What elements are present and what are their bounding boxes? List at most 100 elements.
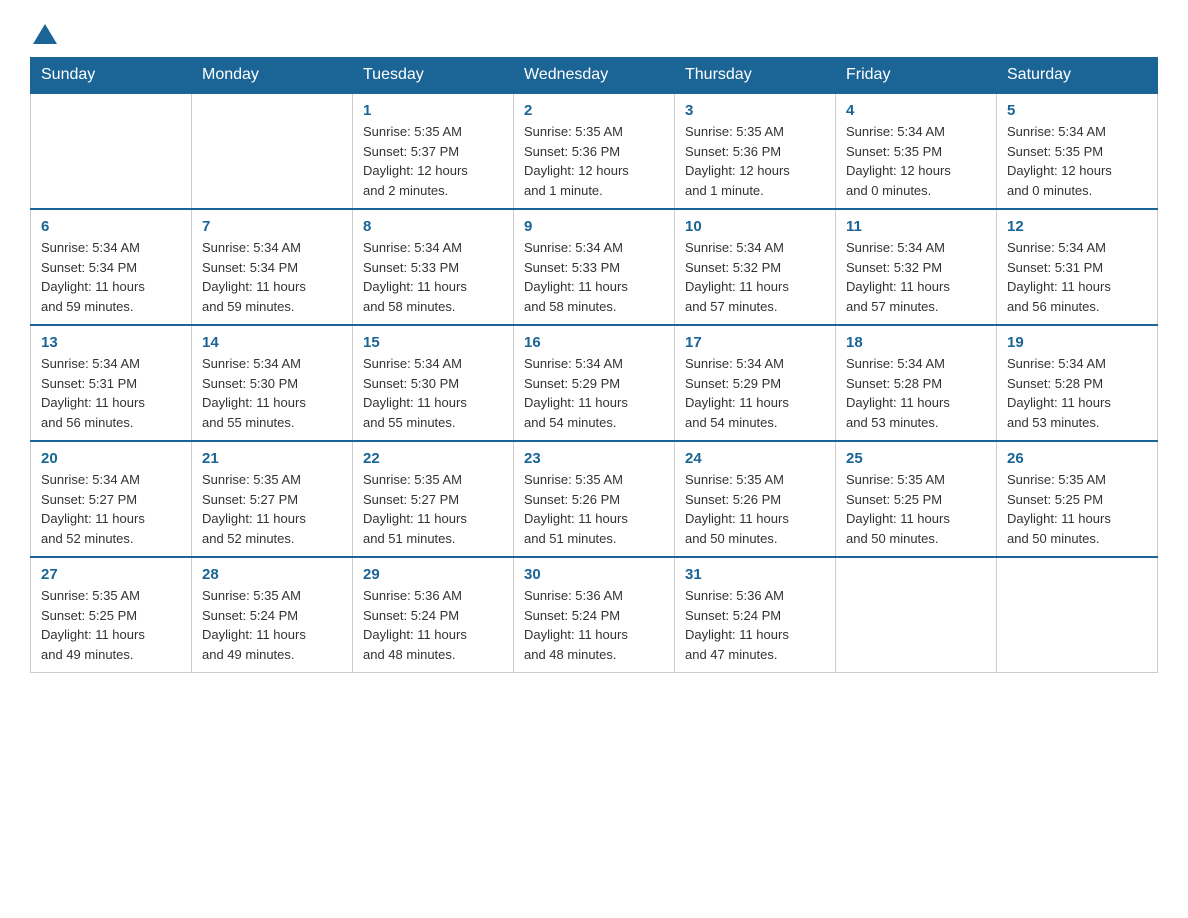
calendar-cell: 25Sunrise: 5:35 AM Sunset: 5:25 PM Dayli… xyxy=(836,441,997,557)
sun-info: Sunrise: 5:34 AM Sunset: 5:32 PM Dayligh… xyxy=(685,240,789,314)
day-of-week-header: Saturday xyxy=(997,58,1158,94)
day-of-week-header: Sunday xyxy=(31,58,192,94)
calendar-cell: 13 Sunrise: 5:34 AM Sunset: 5:31 PM Dayli… xyxy=(31,325,192,441)
calendar-cell: 4 Sunrise: 5:34 AM Sunset: 5:35 PM Daylig… xyxy=(836,93,997,209)
sun-info: Sunrise: 5:35 AM Sunset: 5:25 PM Dayligh… xyxy=(41,588,145,662)
day-number: 15 xyxy=(363,334,503,351)
sun-info: Sunrise: 5:35 AM Sunset: 5:27 PM Dayligh… xyxy=(363,472,467,546)
calendar-cell: 21 Sunrise: 5:35 AM Sunset: 5:27 PM Dayli… xyxy=(192,441,353,557)
day-number: 17 xyxy=(685,334,825,351)
sun-info: Sunrise: 5:35 AM Sunset: 5:25 PM Dayligh… xyxy=(846,472,950,546)
day-number: 3 xyxy=(685,102,825,119)
calendar-cell: 1 Sunrise: 5:35 AM Sunset: 5:37 PM Daylig… xyxy=(353,93,514,209)
page-header xyxy=(30,20,1158,42)
calendar-cell xyxy=(836,557,997,673)
day-number: 7 xyxy=(202,218,342,235)
sun-info: Sunrise: 5:35 AM Sunset: 5:36 PM Dayligh… xyxy=(524,124,629,198)
calendar-cell: 10 Sunrise: 5:34 AM Sunset: 5:32 PM Dayli… xyxy=(675,209,836,325)
sun-info: Sunrise: 5:34 AM Sunset: 5:35 PM Dayligh… xyxy=(1007,124,1112,198)
calendar-week-row: 1 Sunrise: 5:35 AM Sunset: 5:37 PM Daylig… xyxy=(31,93,1158,209)
calendar-cell: 6 Sunrise: 5:34 AM Sunset: 5:34 PM Daylig… xyxy=(31,209,192,325)
sun-info: Sunrise: 5:36 AM Sunset: 5:24 PM Dayligh… xyxy=(363,588,467,662)
day-number: 24 xyxy=(685,450,825,467)
calendar-cell: 16 Sunrise: 5:34 AM Sunset: 5:29 PM Dayli… xyxy=(514,325,675,441)
day-of-week-header: Monday xyxy=(192,58,353,94)
day-number: 5 xyxy=(1007,102,1147,119)
calendar-cell: 17 Sunrise: 5:34 AM Sunset: 5:29 PM Dayli… xyxy=(675,325,836,441)
calendar-cell: 26Sunrise: 5:35 AM Sunset: 5:25 PM Dayli… xyxy=(997,441,1158,557)
day-number: 28 xyxy=(202,566,342,583)
sun-info: Sunrise: 5:34 AM Sunset: 5:35 PM Dayligh… xyxy=(846,124,951,198)
calendar-cell: 5 Sunrise: 5:34 AM Sunset: 5:35 PM Daylig… xyxy=(997,93,1158,209)
sun-info: Sunrise: 5:34 AM Sunset: 5:34 PM Dayligh… xyxy=(41,240,145,314)
logo xyxy=(30,20,57,42)
day-number: 18 xyxy=(846,334,986,351)
day-number: 22 xyxy=(363,450,503,467)
sun-info: Sunrise: 5:35 AM Sunset: 5:37 PM Dayligh… xyxy=(363,124,468,198)
calendar-cell: 23 Sunrise: 5:35 AM Sunset: 5:26 PM Dayli… xyxy=(514,441,675,557)
sun-info: Sunrise: 5:34 AM Sunset: 5:31 PM Dayligh… xyxy=(1007,240,1111,314)
day-number: 21 xyxy=(202,450,342,467)
sun-info: Sunrise: 5:34 AM Sunset: 5:27 PM Dayligh… xyxy=(41,472,145,546)
calendar-week-row: 27 Sunrise: 5:35 AM Sunset: 5:25 PM Dayli… xyxy=(31,557,1158,673)
day-number: 14 xyxy=(202,334,342,351)
calendar-cell xyxy=(192,93,353,209)
day-number: 9 xyxy=(524,218,664,235)
sun-info: Sunrise: 5:34 AM Sunset: 5:28 PM Dayligh… xyxy=(1007,356,1111,430)
sun-info: Sunrise: 5:34 AM Sunset: 5:34 PM Dayligh… xyxy=(202,240,306,314)
calendar-cell: 19Sunrise: 5:34 AM Sunset: 5:28 PM Dayli… xyxy=(997,325,1158,441)
calendar-cell: 11Sunrise: 5:34 AM Sunset: 5:32 PM Dayli… xyxy=(836,209,997,325)
calendar-cell: 7 Sunrise: 5:34 AM Sunset: 5:34 PM Daylig… xyxy=(192,209,353,325)
sun-info: Sunrise: 5:34 AM Sunset: 5:29 PM Dayligh… xyxy=(524,356,628,430)
calendar-cell: 30Sunrise: 5:36 AM Sunset: 5:24 PM Dayli… xyxy=(514,557,675,673)
sun-info: Sunrise: 5:35 AM Sunset: 5:26 PM Dayligh… xyxy=(685,472,789,546)
sun-info: Sunrise: 5:34 AM Sunset: 5:29 PM Dayligh… xyxy=(685,356,789,430)
sun-info: Sunrise: 5:34 AM Sunset: 5:32 PM Dayligh… xyxy=(846,240,950,314)
day-number: 27 xyxy=(41,566,181,583)
sun-info: Sunrise: 5:35 AM Sunset: 5:25 PM Dayligh… xyxy=(1007,472,1111,546)
calendar-cell: 28Sunrise: 5:35 AM Sunset: 5:24 PM Dayli… xyxy=(192,557,353,673)
sun-info: Sunrise: 5:34 AM Sunset: 5:33 PM Dayligh… xyxy=(363,240,467,314)
calendar-cell: 12 Sunrise: 5:34 AM Sunset: 5:31 PM Dayli… xyxy=(997,209,1158,325)
calendar-week-row: 20 Sunrise: 5:34 AM Sunset: 5:27 PM Dayli… xyxy=(31,441,1158,557)
day-number: 31 xyxy=(685,566,825,583)
calendar-cell: 31 Sunrise: 5:36 AM Sunset: 5:24 PM Dayli… xyxy=(675,557,836,673)
calendar-cell: 3 Sunrise: 5:35 AM Sunset: 5:36 PM Daylig… xyxy=(675,93,836,209)
sun-info: Sunrise: 5:34 AM Sunset: 5:31 PM Dayligh… xyxy=(41,356,145,430)
sun-info: Sunrise: 5:35 AM Sunset: 5:26 PM Dayligh… xyxy=(524,472,628,546)
day-number: 10 xyxy=(685,218,825,235)
sun-info: Sunrise: 5:34 AM Sunset: 5:30 PM Dayligh… xyxy=(363,356,467,430)
calendar-cell: 24 Sunrise: 5:35 AM Sunset: 5:26 PM Dayli… xyxy=(675,441,836,557)
sun-info: Sunrise: 5:35 AM Sunset: 5:27 PM Dayligh… xyxy=(202,472,306,546)
sun-info: Sunrise: 5:34 AM Sunset: 5:30 PM Dayligh… xyxy=(202,356,306,430)
calendar-cell: 14 Sunrise: 5:34 AM Sunset: 5:30 PM Dayli… xyxy=(192,325,353,441)
day-number: 20 xyxy=(41,450,181,467)
day-number: 23 xyxy=(524,450,664,467)
calendar-cell: 20 Sunrise: 5:34 AM Sunset: 5:27 PM Dayli… xyxy=(31,441,192,557)
calendar-cell: 9 Sunrise: 5:34 AM Sunset: 5:33 PM Daylig… xyxy=(514,209,675,325)
day-number: 29 xyxy=(363,566,503,583)
day-of-week-header: Wednesday xyxy=(514,58,675,94)
calendar-header-row: SundayMondayTuesdayWednesdayThursdayFrid… xyxy=(31,58,1158,94)
sun-info: Sunrise: 5:34 AM Sunset: 5:33 PM Dayligh… xyxy=(524,240,628,314)
day-number: 4 xyxy=(846,102,986,119)
day-number: 16 xyxy=(524,334,664,351)
calendar-week-row: 13 Sunrise: 5:34 AM Sunset: 5:31 PM Dayli… xyxy=(31,325,1158,441)
calendar-cell: 22 Sunrise: 5:35 AM Sunset: 5:27 PM Dayli… xyxy=(353,441,514,557)
calendar-cell: 18 Sunrise: 5:34 AM Sunset: 5:28 PM Dayli… xyxy=(836,325,997,441)
day-of-week-header: Thursday xyxy=(675,58,836,94)
calendar-cell: 27 Sunrise: 5:35 AM Sunset: 5:25 PM Dayli… xyxy=(31,557,192,673)
day-number: 1 xyxy=(363,102,503,119)
sun-info: Sunrise: 5:36 AM Sunset: 5:24 PM Dayligh… xyxy=(524,588,628,662)
calendar-table: SundayMondayTuesdayWednesdayThursdayFrid… xyxy=(30,57,1158,673)
sun-info: Sunrise: 5:35 AM Sunset: 5:36 PM Dayligh… xyxy=(685,124,790,198)
day-number: 12 xyxy=(1007,218,1147,235)
day-number: 6 xyxy=(41,218,181,235)
day-number: 8 xyxy=(363,218,503,235)
day-of-week-header: Tuesday xyxy=(353,58,514,94)
sun-info: Sunrise: 5:36 AM Sunset: 5:24 PM Dayligh… xyxy=(685,588,789,662)
sun-info: Sunrise: 5:34 AM Sunset: 5:28 PM Dayligh… xyxy=(846,356,950,430)
calendar-cell: 29 Sunrise: 5:36 AM Sunset: 5:24 PM Dayli… xyxy=(353,557,514,673)
day-number: 13 xyxy=(41,334,181,351)
day-number: 2 xyxy=(524,102,664,119)
